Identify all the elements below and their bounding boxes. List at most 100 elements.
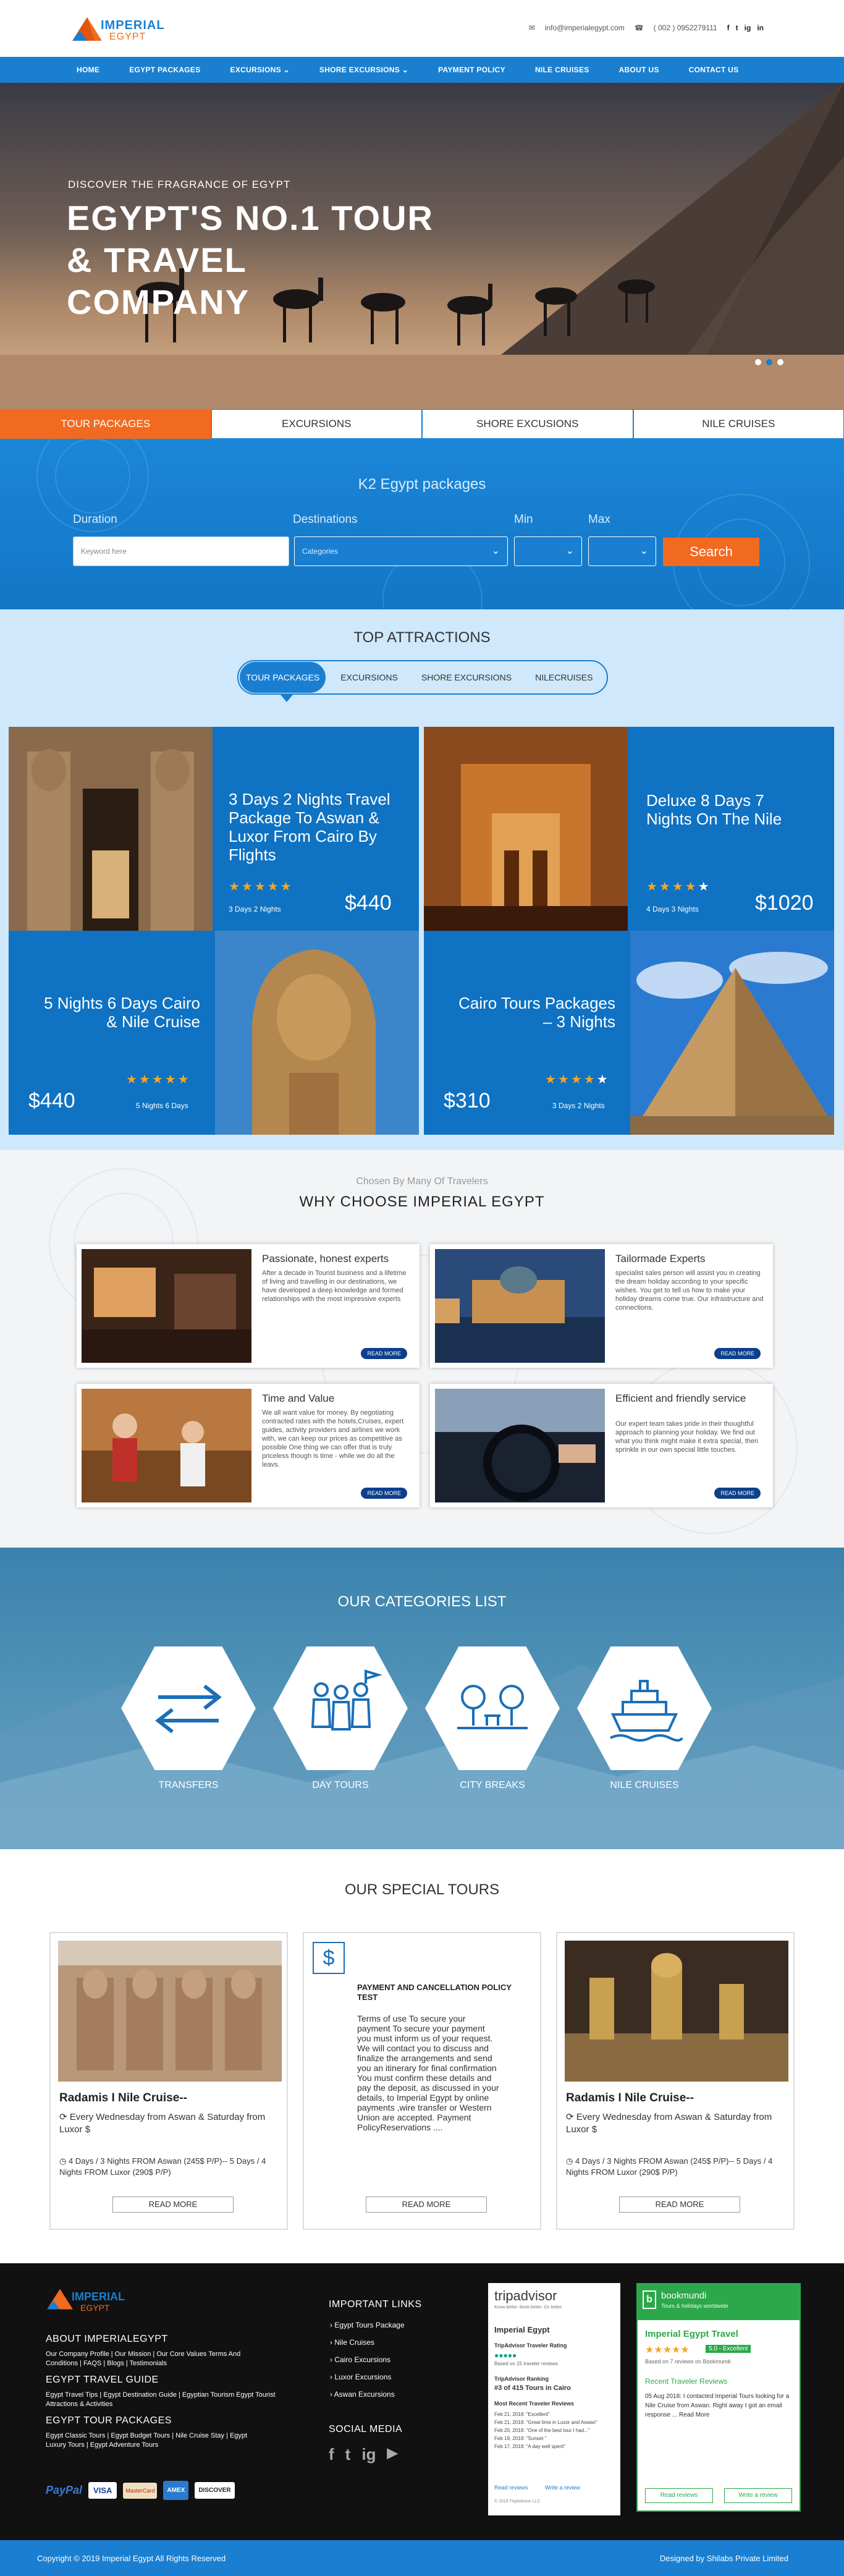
- tab-excursions[interactable]: EXCURSIONS: [211, 409, 422, 439]
- footer-link[interactable]: › Aswan Excursions: [330, 2386, 405, 2403]
- special-title: OUR SPECIAL TOURS: [344, 1881, 500, 1898]
- read-more-button[interactable]: READ MORE: [714, 1348, 761, 1359]
- footer-social: f t ig ▶: [329, 2445, 397, 2464]
- nav-about-us[interactable]: ABOUT US: [604, 66, 674, 74]
- attraction-card[interactable]: 5 Nights 6 Days Cairo & Nile Cruise ★★★★…: [9, 931, 419, 1135]
- nav-home[interactable]: HOME: [62, 66, 114, 74]
- tab-shore-excursions[interactable]: SHORE EXCUSIONS: [422, 409, 633, 439]
- bm-write-review[interactable]: Write a review: [724, 2488, 792, 2503]
- categories-select[interactable]: Categories ⌄: [294, 536, 508, 566]
- copyright-text: Copyright © 2019 Imperial Egypt All Righ…: [37, 2554, 226, 2563]
- nav-egypt-packages[interactable]: EGYPT PACKAGES: [114, 66, 215, 74]
- slider-dot[interactable]: [755, 359, 761, 365]
- ta-review-item[interactable]: Feb 17, 2018: "A day well spent": [494, 2443, 615, 2451]
- search-title: K2 Egypt packages: [358, 476, 486, 493]
- filter-excursions[interactable]: EXCURSIONS: [332, 672, 407, 682]
- read-more-button[interactable]: READ MORE: [714, 1488, 761, 1499]
- twitter-icon[interactable]: t: [736, 23, 738, 32]
- slider-dots: [755, 359, 783, 365]
- slider-dot[interactable]: [777, 359, 783, 365]
- attraction-card[interactable]: Cairo Tours Packages – 3 Nights ★★★★★ 3 …: [424, 931, 834, 1135]
- twitter-icon[interactable]: t: [345, 2445, 351, 2464]
- ta-write-review[interactable]: Write a review: [545, 2485, 580, 2491]
- rating-stars: ★★★★★: [229, 880, 293, 894]
- designer-credit[interactable]: Designed by Shilabs Private Limited: [660, 2554, 788, 2563]
- nav-shore-excursions[interactable]: SHORE EXCURSIONS ⌄: [305, 66, 423, 74]
- hero-subtitle: DISCOVER THE FRAGRANCE OF EGYPT: [68, 179, 291, 190]
- feature-heading: Efficient and friendly service: [615, 1392, 746, 1404]
- footer-link[interactable]: › Cairo Excursions: [330, 2351, 405, 2368]
- tour-card: Radamis I Nile Cruise-- ⟳ Every Wednesda…: [556, 1932, 795, 2230]
- footer-logo[interactable]: IMPERIAL EGYPT: [46, 2287, 145, 2315]
- facebook-icon[interactable]: f: [727, 23, 730, 32]
- instagram-icon[interactable]: ig: [745, 23, 751, 32]
- driving-image: [435, 1389, 605, 1502]
- museum-image: [565, 1941, 788, 2082]
- bookmundi-brand[interactable]: bookmundi: [661, 2290, 706, 2301]
- ta-review-item[interactable]: Feb 21, 2018: "Excellent": [494, 2410, 615, 2418]
- read-more-button[interactable]: READ MORE: [112, 2197, 234, 2213]
- card-price: $310: [444, 1089, 491, 1112]
- petra-image: [424, 727, 628, 931]
- search-button[interactable]: Search: [663, 538, 759, 566]
- tour-heading: Radamis I Nile Cruise--: [566, 2091, 694, 2104]
- min-select[interactable]: ⌄: [514, 536, 582, 566]
- keyword-input[interactable]: Keyword here: [73, 536, 289, 566]
- max-select[interactable]: ⌄: [588, 536, 656, 566]
- tripadvisor-logo[interactable]: tripadvisor: [494, 2288, 557, 2304]
- bm-stars: ★★★★★: [645, 2345, 690, 2355]
- phone-text[interactable]: ( 002 ) 0952279111: [654, 23, 717, 32]
- filter-nile-cruises[interactable]: NILECRUISES: [526, 672, 601, 682]
- ta-ranking: #3 of 415 Tours in Cairo: [494, 2384, 571, 2392]
- youtube-icon[interactable]: ▶: [387, 2445, 397, 2464]
- chevron-down-icon: ⌄: [402, 66, 409, 74]
- linkedin-icon[interactable]: in: [757, 23, 764, 32]
- filter-shore-excursions[interactable]: SHORE EXCURSIONS: [413, 672, 520, 682]
- tab-tour-packages[interactable]: TOUR PACKAGES: [0, 409, 211, 439]
- facebook-icon[interactable]: f: [329, 2445, 334, 2464]
- ta-ranking-label: TripAdvisor Ranking: [494, 2376, 549, 2382]
- email-text[interactable]: info@imperialegypt.com: [545, 23, 625, 32]
- ta-review-item[interactable]: Feb 19, 2018: "Sunset ": [494, 2434, 615, 2443]
- ta-rating-bubbles: ●●●●●: [494, 2351, 517, 2360]
- feature-text: We all want value for money. By negotiat…: [262, 1409, 404, 1468]
- tab-nile-cruises[interactable]: NILE CRUISES: [633, 409, 844, 439]
- search-tabs: TOUR PACKAGES EXCURSIONS SHORE EXCUSIONS…: [0, 409, 844, 439]
- destinations-label: Destinations: [293, 513, 358, 526]
- nav-payment-policy[interactable]: PAYMENT POLICY: [423, 66, 520, 74]
- footer-link[interactable]: › Luxor Excursions: [330, 2368, 405, 2386]
- bm-business-name[interactable]: Imperial Egypt Travel: [645, 2329, 738, 2339]
- read-more-button[interactable]: READ MORE: [366, 2197, 487, 2213]
- footer-link[interactable]: › Nile Cruises: [330, 2334, 405, 2351]
- ta-rating-label: TripAdvisor Traveler Rating: [494, 2342, 567, 2349]
- card-duration: 4 Days 3 Nights: [646, 905, 699, 913]
- ta-read-reviews[interactable]: Read reviews: [494, 2485, 528, 2491]
- footer-link[interactable]: › Egypt Tours Package: [330, 2316, 405, 2334]
- about-links[interactable]: Our Company Profile | Our Mission | Our …: [46, 2350, 243, 2368]
- paypal-icon: PayPal: [46, 2484, 83, 2496]
- read-more-button[interactable]: READ MORE: [619, 2197, 740, 2213]
- ta-review-item[interactable]: Feb 20, 2018: "One of the best tour I ha…: [494, 2426, 615, 2434]
- packages-links[interactable]: Egypt Classic Tours | Egypt Budget Tours…: [46, 2431, 268, 2450]
- read-more-button[interactable]: READ MORE: [361, 1348, 407, 1359]
- attraction-card[interactable]: 3 Days 2 Nights Travel Package To Aswan …: [9, 727, 419, 931]
- filter-tour-packages[interactable]: TOUR PACKAGES: [240, 662, 326, 693]
- ta-business-name[interactable]: Imperial Egypt: [494, 2325, 550, 2334]
- slider-dot-active[interactable]: [766, 359, 772, 365]
- nav-excursions[interactable]: EXCURSIONS ⌄: [216, 66, 305, 74]
- refresh-icon: ⟳: [59, 2112, 70, 2122]
- nav-contact-us[interactable]: CONTACT US: [674, 66, 754, 74]
- guide-links[interactable]: Egypt Travel Tips | Egypt Destination Gu…: [46, 2391, 281, 2409]
- card-title: 5 Nights 6 Days Cairo & Nile Cruise: [44, 994, 200, 1031]
- bm-read-reviews[interactable]: Read reviews: [645, 2488, 713, 2503]
- instagram-icon[interactable]: ig: [361, 2445, 376, 2464]
- abu-simbel-image: [58, 1941, 282, 2082]
- logo[interactable]: IMPERIAL EGYPT: [71, 12, 170, 44]
- read-more-button[interactable]: READ MORE: [361, 1488, 407, 1499]
- nav-nile-cruises[interactable]: NILE CRUISES: [520, 66, 604, 74]
- attraction-card[interactable]: Deluxe 8 Days 7 Nights On The Nile ★★★★★…: [424, 727, 834, 931]
- bm-review[interactable]: 05 Aug 2018: I contacted Imperial Tours …: [645, 2392, 793, 2420]
- footer-link-label: Nile Cruises: [334, 2338, 375, 2347]
- ta-review-item[interactable]: Feb 21, 2018: "Great time in Luxor and A…: [494, 2418, 615, 2426]
- feature-text: specialist sales person will assist you …: [615, 1269, 764, 1311]
